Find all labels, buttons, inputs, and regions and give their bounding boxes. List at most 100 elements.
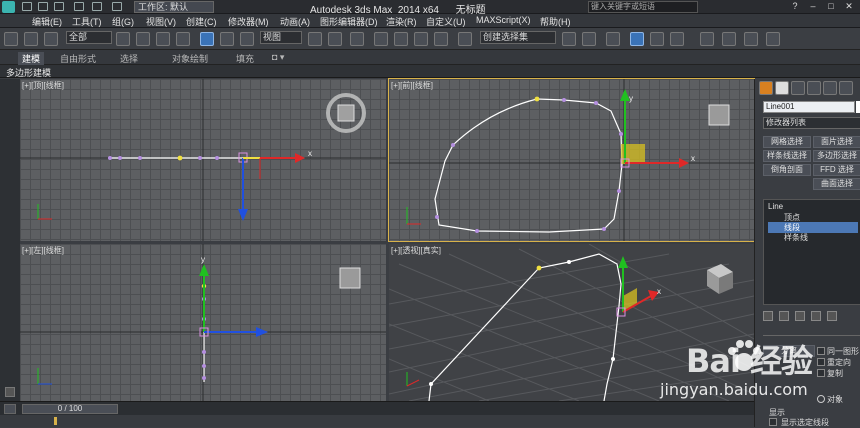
reference-coordinate-dropdown[interactable]: 视图 <box>260 31 302 44</box>
show-end-result-icon[interactable] <box>779 311 789 321</box>
menu-tools[interactable]: 工具(T) <box>72 15 102 28</box>
modify-tab-icon[interactable] <box>775 81 789 95</box>
display-tab-icon[interactable] <box>823 81 837 95</box>
snaps-toggle-icon[interactable] <box>374 32 388 46</box>
tab-modeling[interactable]: 建模 <box>18 52 45 65</box>
spline-select-button[interactable]: 样条线选择 <box>763 150 811 162</box>
maximize-icon[interactable]: □ <box>824 1 838 12</box>
viewcube-icon[interactable] <box>707 264 733 294</box>
poly-select-button[interactable]: 多边形选择 <box>813 150 860 162</box>
menu-rendering[interactable]: 渲染(R) <box>386 15 417 28</box>
menu-edit[interactable]: 编辑(E) <box>32 15 62 28</box>
menu-animation[interactable]: 动画(A) <box>280 15 310 28</box>
select-and-move-icon[interactable] <box>200 32 214 46</box>
tab-selection[interactable]: 选择 <box>120 52 138 65</box>
undo-icon[interactable] <box>74 2 84 11</box>
time-slider-track[interactable]: 0 / 100 <box>0 401 754 415</box>
menu-help[interactable]: 帮助(H) <box>540 15 571 28</box>
tab-object-paint[interactable]: 对象绘制 <box>172 52 208 65</box>
hierarchy-tab-icon[interactable] <box>791 81 805 95</box>
ffd-select-button[interactable]: FFD 选择 <box>813 164 860 176</box>
workspace-dropdown[interactable]: 工作区: 默认 <box>134 1 214 13</box>
viewport-front[interactable]: [+][前][线框] y x <box>388 78 755 242</box>
minimize-icon[interactable]: – <box>806 1 820 12</box>
redo-icon[interactable] <box>92 2 102 11</box>
create-tab-icon[interactable] <box>759 81 773 95</box>
named-selection-dropdown[interactable]: 创建选择集 <box>480 31 556 44</box>
bevel-profile-button[interactable]: 倒角剖面 <box>763 164 811 176</box>
bind-space-warp-icon[interactable] <box>44 32 58 46</box>
unlink-icon[interactable] <box>24 32 38 46</box>
schematic-view-icon[interactable] <box>670 32 684 46</box>
show-selected-segments-checkbox[interactable] <box>769 418 777 426</box>
mesh-select-button[interactable]: 网格选择 <box>763 136 811 148</box>
search-input[interactable]: 键入关键字或短语 <box>588 1 698 13</box>
project-folder-icon[interactable] <box>112 2 122 11</box>
modifier-list-dropdown[interactable]: 修改器列表 <box>763 117 860 129</box>
select-and-manipulate-icon[interactable] <box>328 32 342 46</box>
selection-filter-dropdown[interactable]: 全部 <box>66 31 112 44</box>
menu-group[interactable]: 组(G) <box>112 15 134 28</box>
prev-frame-icon[interactable] <box>4 404 16 414</box>
app-logo-icon[interactable] <box>2 1 15 13</box>
select-object-icon[interactable] <box>116 32 130 46</box>
save-icon[interactable] <box>54 2 64 11</box>
rendered-frame-window-icon[interactable] <box>744 32 758 46</box>
ribbon-options-icon[interactable]: ◘ ▾ <box>272 52 284 63</box>
percent-snap-icon[interactable] <box>414 32 428 46</box>
curve-editor-icon[interactable] <box>650 32 664 46</box>
patch-select-button[interactable]: 面片选择 <box>813 136 860 148</box>
stack-item-spline[interactable]: 样条线 <box>784 232 808 243</box>
menu-modifiers[interactable]: 修改器(M) <box>228 15 269 28</box>
close-icon[interactable]: ✕ <box>842 1 856 12</box>
tab-freeform[interactable]: 自由形式 <box>60 52 96 65</box>
object-color-swatch[interactable] <box>856 101 860 113</box>
spinner-snap-icon[interactable] <box>434 32 448 46</box>
render-production-icon[interactable] <box>766 32 780 46</box>
viewport-top[interactable]: [+][顶][线框] x <box>20 79 386 241</box>
expand-arrow-icon[interactable] <box>5 387 15 397</box>
stack-item-segment[interactable]: 线段 <box>768 222 858 233</box>
menu-maxscript[interactable]: MAXScript(X) <box>476 15 531 25</box>
pin-stack-icon[interactable] <box>763 311 773 321</box>
render-setup-icon[interactable] <box>722 32 736 46</box>
menu-graph-editors[interactable]: 图形编辑器(D) <box>320 15 378 28</box>
menu-create[interactable]: 创建(C) <box>186 15 217 28</box>
menu-views[interactable]: 视图(V) <box>146 15 176 28</box>
remove-modifier-icon[interactable] <box>811 311 821 321</box>
new-file-icon[interactable] <box>22 2 32 11</box>
select-by-name-icon[interactable] <box>136 32 150 46</box>
select-and-rotate-icon[interactable] <box>220 32 234 46</box>
polygon-modeling-label[interactable]: 多边形建模 <box>6 66 51 79</box>
align-icon[interactable] <box>582 32 596 46</box>
pivot-center-icon[interactable] <box>308 32 322 46</box>
help-icon[interactable]: ? <box>788 1 802 12</box>
stack-item-line[interactable]: Line <box>768 202 783 211</box>
edit-named-selection-icon[interactable] <box>458 32 472 46</box>
viewport-left[interactable]: [+][左][线框] y <box>20 244 386 401</box>
graphite-ribbon-icon[interactable] <box>630 32 644 46</box>
viewcube-icon[interactable] <box>708 104 730 126</box>
open-file-icon[interactable] <box>38 2 48 11</box>
mirror-icon[interactable] <box>562 32 576 46</box>
utilities-tab-icon[interactable] <box>839 81 853 95</box>
track-bar[interactable] <box>0 415 754 427</box>
keyboard-shortcut-override-icon[interactable] <box>350 32 364 46</box>
window-crossing-icon[interactable] <box>176 32 190 46</box>
link-icon[interactable] <box>4 32 18 46</box>
layer-manager-icon[interactable] <box>606 32 620 46</box>
select-and-scale-icon[interactable] <box>240 32 254 46</box>
tab-populate[interactable]: 填充 <box>236 52 254 65</box>
menu-customize[interactable]: 自定义(U) <box>426 15 466 28</box>
rectangular-selection-icon[interactable] <box>156 32 170 46</box>
angle-snap-icon[interactable] <box>394 32 408 46</box>
object-name-field[interactable]: Line001 <box>763 101 855 113</box>
time-slider[interactable]: 0 / 100 <box>22 404 118 414</box>
viewcube-icon[interactable] <box>339 267 361 289</box>
viewcube-icon[interactable] <box>337 104 355 122</box>
material-editor-icon[interactable] <box>700 32 714 46</box>
surface-select-button[interactable]: 曲面选择 <box>813 178 860 190</box>
motion-tab-icon[interactable] <box>807 81 821 95</box>
make-unique-icon[interactable] <box>795 311 805 321</box>
configure-sets-icon[interactable] <box>827 311 837 321</box>
